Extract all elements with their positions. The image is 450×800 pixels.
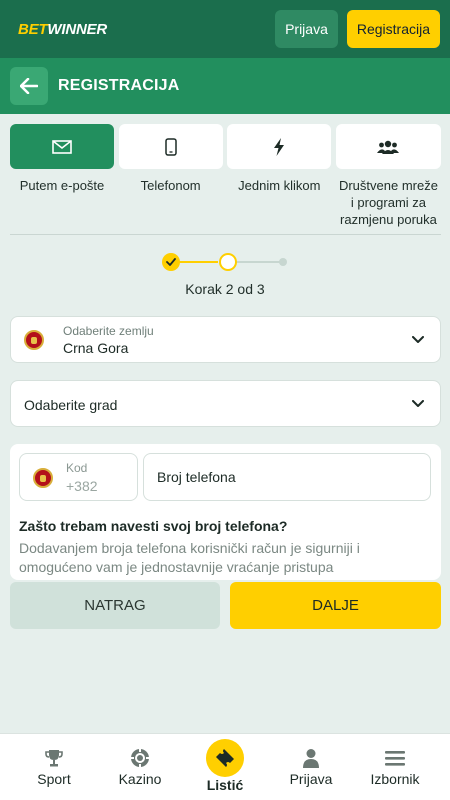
nav-menu-label: Izbornik (370, 771, 420, 787)
arrow-left-icon (20, 78, 38, 94)
city-select-placeholder: Odaberite grad (24, 397, 118, 413)
tab-labels: Putem e-pošte Telefonom Jednim klikom Dr… (10, 177, 441, 228)
nav-login[interactable]: Prijava (266, 734, 356, 800)
country-select[interactable]: Odaberite zemlju Crna Gora (10, 316, 441, 363)
tab-one-click-label[interactable]: Jednim klikom (227, 177, 331, 228)
nav-sport-label: Sport (37, 771, 71, 787)
phone-why-text: Dodavanjem broja telefona korisnički rač… (19, 540, 360, 575)
menu-icon (385, 751, 405, 766)
nav-menu[interactable]: Izbornik (350, 734, 440, 800)
tab-email-label[interactable]: Putem e-pošte (10, 177, 114, 228)
envelope-icon (52, 139, 72, 154)
country-code-label: Kod (66, 461, 88, 475)
stepper-line-done (178, 261, 218, 263)
users-icon (377, 140, 400, 154)
trophy-icon (45, 750, 63, 767)
nav-casino-label: Kazino (118, 771, 162, 787)
montenegro-flag-icon (33, 468, 53, 488)
country-code-value: +382 (66, 478, 98, 494)
country-select-value: Crna Gora (63, 340, 129, 356)
tab-phone[interactable] (118, 124, 223, 169)
nav-betslip-label[interactable]: Listić (180, 777, 270, 793)
lightning-icon (274, 137, 285, 156)
tab-one-click[interactable] (227, 124, 332, 169)
phone-card: Kod +382 Broj telefona Zašto trebam nave… (10, 444, 441, 580)
next-step-button[interactable]: DALJE (230, 582, 441, 629)
mobile-phone-icon (164, 137, 177, 156)
casino-chip-icon (131, 749, 149, 767)
progress-stepper (162, 253, 292, 271)
checkmark-icon (166, 258, 176, 266)
tab-email[interactable] (10, 124, 114, 169)
country-select-label: Odaberite zemlju (63, 324, 154, 338)
step-1-done (162, 253, 180, 271)
nav-betslip[interactable] (206, 739, 244, 777)
step-counter-text: Korak 2 od 3 (185, 281, 265, 297)
section-divider (10, 234, 441, 235)
montenegro-flag-icon (24, 330, 44, 350)
chevron-down-icon (412, 335, 424, 343)
chevron-down-icon (412, 399, 424, 407)
nav-login-label: Prijava (289, 771, 333, 787)
back-step-button[interactable]: NATRAG (10, 582, 220, 629)
phone-why-title: Zašto trebam navesti svoj broj telefona? (19, 518, 288, 534)
tab-social-label[interactable]: Društvene mreže i programi za razmjenu p… (336, 177, 441, 228)
step-3-pending (279, 258, 287, 266)
login-button[interactable]: Prijava (275, 10, 338, 48)
page-title: REGISTRACIJA (58, 77, 180, 94)
nav-sport[interactable]: Sport (9, 734, 99, 800)
tab-social[interactable] (335, 124, 441, 169)
back-button[interactable] (10, 67, 48, 105)
tab-phone-label[interactable]: Telefonom (119, 177, 223, 228)
betwinner-logo[interactable]: BETWINNER (18, 21, 107, 38)
user-icon (303, 749, 319, 768)
nav-casino[interactable]: Kazino (95, 734, 185, 800)
phone-number-input[interactable]: Broj telefona (143, 453, 431, 501)
ticket-icon (216, 749, 234, 767)
country-code-select[interactable]: Kod +382 (19, 453, 138, 501)
register-button[interactable]: Registracija (346, 10, 440, 48)
city-select[interactable]: Odaberite grad (10, 380, 441, 427)
top-header: BETWINNER Prijava Registracija (0, 0, 450, 58)
registration-method-tabs (10, 124, 441, 169)
step-2-current (219, 253, 237, 271)
stepper-line-pending (236, 261, 280, 263)
page-title-bar: REGISTRACIJA (0, 58, 450, 114)
